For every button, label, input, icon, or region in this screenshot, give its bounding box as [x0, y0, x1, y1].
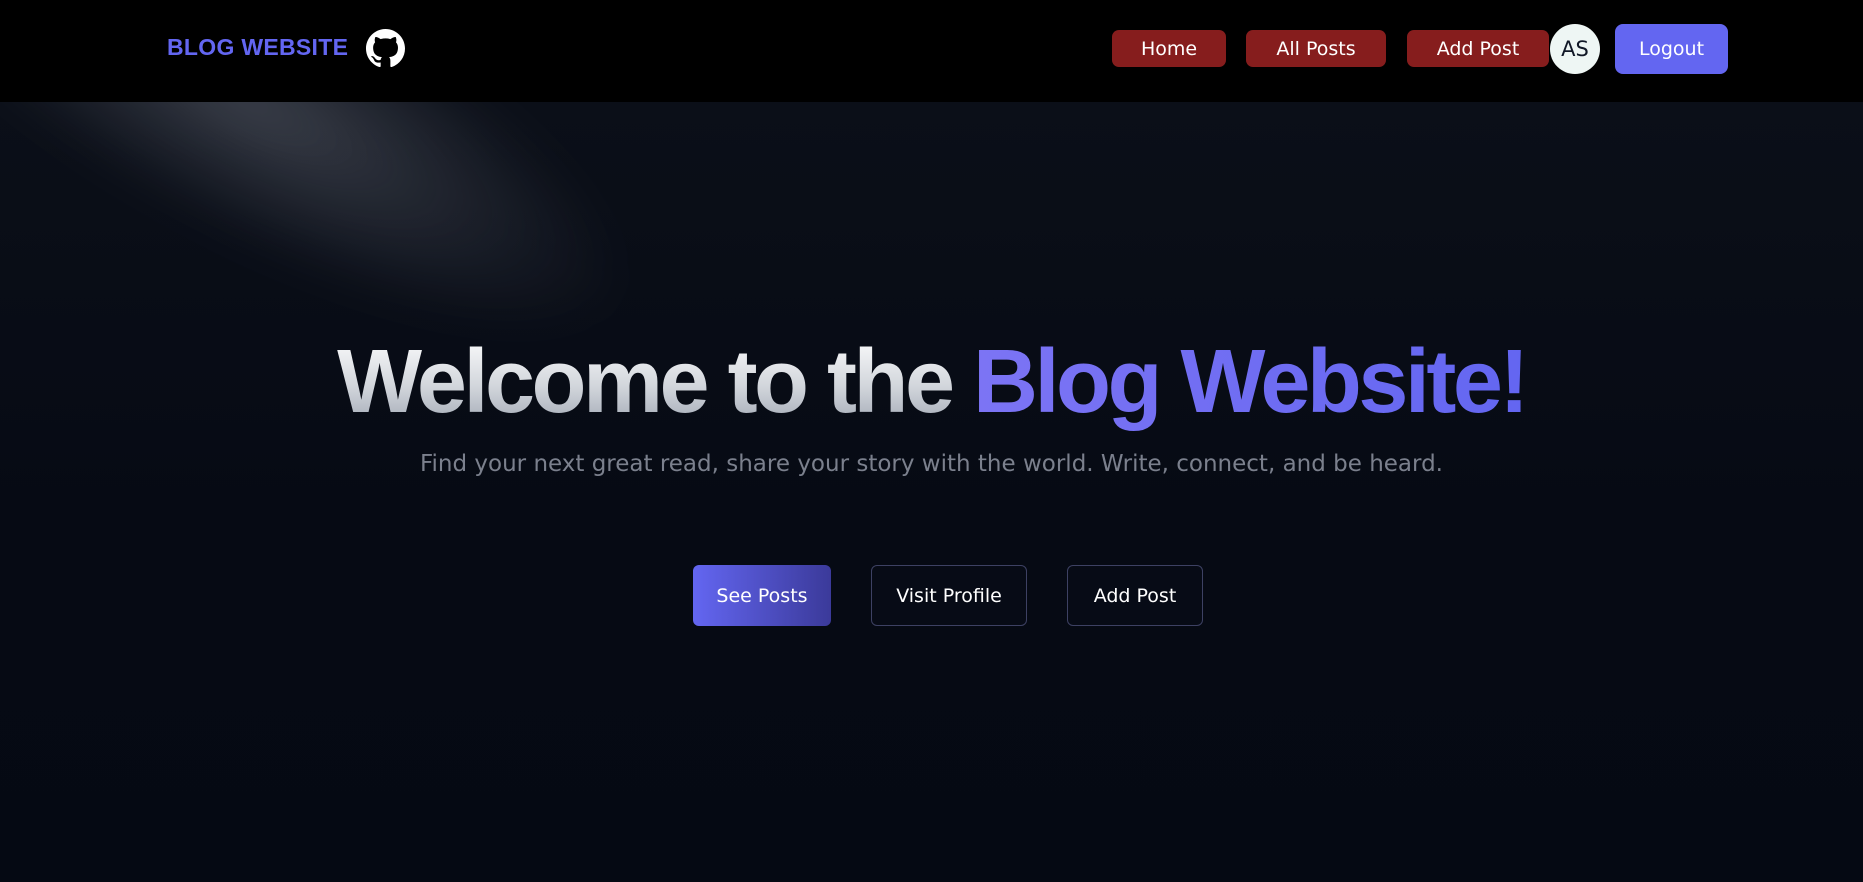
headline-plain-text: Welcome to the [337, 332, 955, 432]
hero-tagline: Find your next great read, share your st… [419, 451, 1443, 477]
visit-profile-button[interactable]: Visit Profile [871, 565, 1027, 626]
user-avatar[interactable]: AS [1550, 24, 1600, 74]
brand-logo[interactable]: BLOG WEBSITE [167, 34, 348, 61]
top-navbar: BLOG WEBSITE Home All Posts Add Post AS … [0, 0, 1863, 102]
logout-button[interactable]: Logout [1615, 24, 1728, 74]
github-icon[interactable] [366, 29, 405, 68]
add-post-button[interactable]: Add Post [1067, 565, 1203, 626]
hero-section: Welcome to the Blog Website! Find your n… [0, 102, 1863, 882]
nav-link-add-post[interactable]: Add Post [1407, 30, 1549, 67]
nav-link-home[interactable]: Home [1112, 30, 1226, 67]
headline-accent-text: Blog Website! [973, 332, 1529, 432]
hero-headline: Welcome to the Blog Website! [0, 328, 1863, 436]
see-posts-button[interactable]: See Posts [693, 565, 831, 626]
nav-link-all-posts[interactable]: All Posts [1246, 30, 1386, 67]
